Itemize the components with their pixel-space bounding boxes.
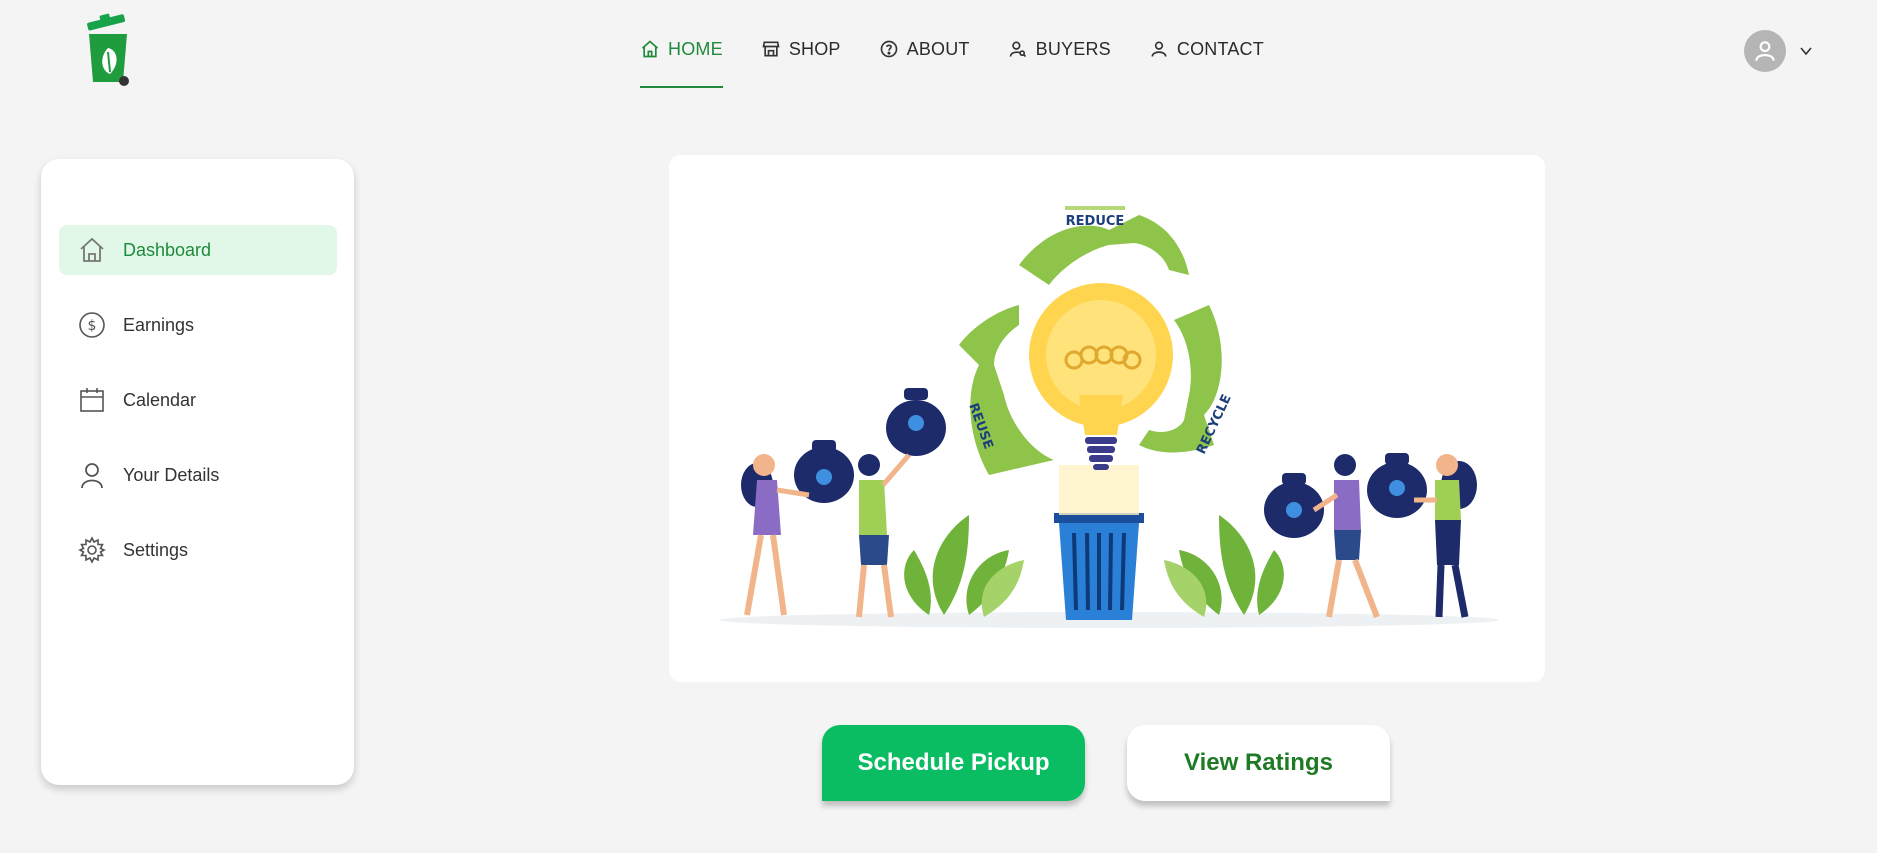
chevron-down-icon[interactable] — [1798, 43, 1814, 59]
sidebar-item-your-details[interactable]: Your Details — [59, 450, 337, 500]
user-icon — [1151, 41, 1167, 57]
nav-shop-label: SHOP — [788, 38, 841, 59]
sidebar-item-settings[interactable]: Settings — [59, 525, 337, 575]
nav-home-label: HOME — [668, 38, 723, 59]
nav-contact-label: CONTACT — [1176, 38, 1264, 59]
trash-bin-logo-icon — [87, 13, 129, 86]
user-icon — [81, 463, 103, 489]
sidebar: Dashboard $ Earnings Calendar Your Detai… — [41, 159, 354, 785]
top-nav: HOME SHOP ABOUT BUYERS CONTACT — [640, 36, 1302, 88]
nav-buyers-label: BUYERS — [1035, 38, 1111, 59]
home-icon — [641, 40, 659, 58]
user-avatar-icon[interactable] — [1744, 30, 1786, 72]
sidebar-item-dashboard[interactable]: Dashboard — [59, 225, 337, 275]
help-circle-icon — [880, 40, 897, 58]
profile-menu[interactable] — [1744, 30, 1814, 72]
reduce-label: REDUCE — [1066, 214, 1125, 229]
dollar-circle-icon: $ — [79, 312, 105, 338]
nav-shop[interactable]: SHOP — [761, 36, 841, 62]
home-icon — [80, 237, 104, 262]
gear-icon — [78, 536, 106, 564]
user-search-icon — [1009, 41, 1026, 58]
recycle-illustration: REDUCE REUSE RECYCLE — [719, 206, 1499, 628]
sidebar-item-earnings[interactable]: $ Earnings — [59, 300, 337, 350]
hero-illustration-card: REDUCE REUSE RECYCLE — [669, 155, 1545, 682]
sidebar-item-label: Dashboard — [123, 239, 212, 260]
nav-home[interactable]: HOME — [640, 36, 723, 88]
sidebar-item-calendar[interactable]: Calendar — [59, 375, 337, 425]
store-icon — [762, 41, 780, 57]
svg-text:$: $ — [88, 318, 97, 334]
nav-about-label: ABOUT — [906, 38, 970, 59]
nav-contact[interactable]: CONTACT — [1149, 36, 1264, 62]
nav-about[interactable]: ABOUT — [879, 36, 970, 62]
sidebar-item-label: Your Details — [123, 464, 220, 485]
app-logo[interactable] — [80, 12, 136, 86]
view-ratings-button[interactable]: View Ratings — [1127, 725, 1390, 801]
schedule-pickup-button[interactable]: Schedule Pickup — [822, 725, 1085, 801]
sidebar-item-label: Calendar — [123, 389, 197, 410]
calendar-icon — [80, 388, 104, 412]
nav-buyers[interactable]: BUYERS — [1008, 36, 1111, 62]
sidebar-item-label: Settings — [123, 539, 189, 560]
sidebar-item-label: Earnings — [123, 314, 195, 335]
